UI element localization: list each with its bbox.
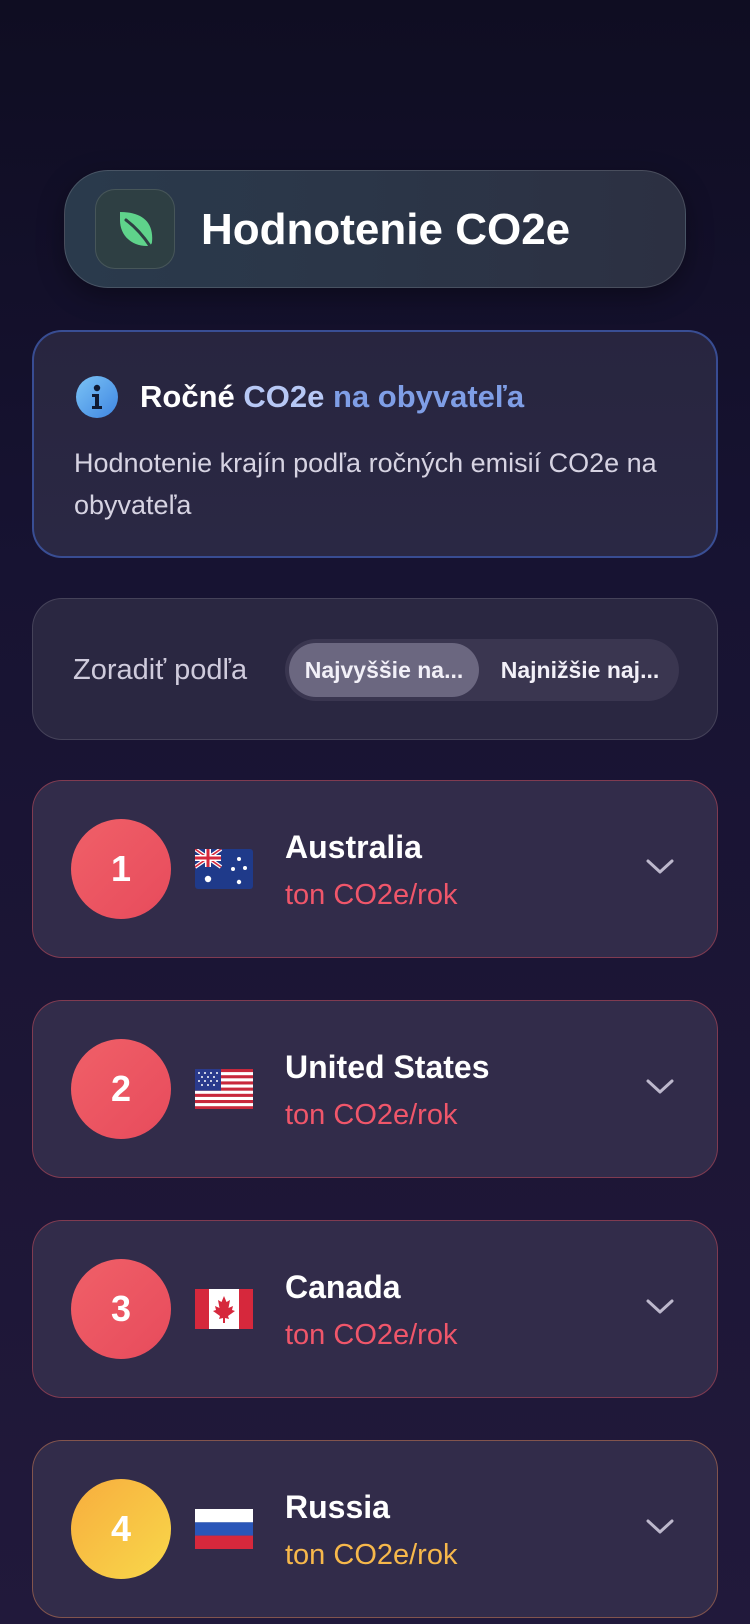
country-unit: ton CO2e/rok [285, 1539, 458, 1571]
chevron-down-icon[interactable] [645, 1517, 675, 1537]
country-row[interactable]: 3 Canada ton CO2e/rok [32, 1220, 718, 1398]
info-card: Ročné CO2e na obyvateľa Hodnotenie krají… [32, 330, 718, 558]
info-icon [76, 376, 118, 418]
country-name: Canada [285, 1269, 401, 1305]
country-name: Australia [285, 829, 422, 865]
australia-flag-icon [195, 849, 253, 889]
app-header: Hodnotenie CO2e [64, 170, 686, 288]
info-title-part2: CO2e [234, 379, 325, 414]
chevron-down-icon[interactable] [645, 857, 675, 877]
sort-label: Zoradiť podľa [73, 654, 248, 686]
country-row[interactable]: 2 United States ton CO2e/rok [32, 1000, 718, 1178]
chevron-down-icon[interactable] [645, 1077, 675, 1097]
country-unit: ton CO2e/rok [285, 879, 458, 911]
rank-badge: 2 [71, 1039, 171, 1139]
info-description: Hodnotenie krajín podľa ročných emisií C… [74, 448, 657, 520]
rank-badge: 1 [71, 819, 171, 919]
info-title-part3: na obyvateľa [324, 379, 525, 414]
leaf-icon [120, 212, 153, 248]
country-unit: ton CO2e/rok [285, 1099, 458, 1131]
country-unit: ton CO2e/rok [285, 1319, 458, 1351]
info-title: Ročné CO2e na obyvateľa [140, 374, 524, 420]
rank-badge: 3 [71, 1259, 171, 1359]
sort-option-lowest[interactable]: Najnižšie naj... [485, 643, 675, 697]
united-states-flag-icon [195, 1069, 253, 1109]
sort-option-highest[interactable]: Najvyššie na... [289, 643, 479, 697]
sort-card: Zoradiť podľa Najvyššie na... Najnižšie … [32, 598, 718, 740]
rank-badge: 4 [71, 1479, 171, 1579]
country-row[interactable]: 1 Australia ton CO2e/rok [32, 780, 718, 958]
russia-flag-icon [195, 1509, 253, 1549]
sort-segmented-control: Najvyššie na... Najnižšie naj... [285, 639, 679, 701]
info-title-part1: Ročné [140, 379, 235, 414]
chevron-down-icon[interactable] [645, 1297, 675, 1317]
logo-tile [95, 189, 175, 269]
page-title: Hodnotenie CO2e [201, 205, 571, 254]
country-row[interactable]: 4 Russia ton CO2e/rok [32, 1440, 718, 1618]
country-name: United States [285, 1049, 490, 1085]
canada-flag-icon [195, 1289, 253, 1329]
country-name: Russia [285, 1489, 390, 1525]
